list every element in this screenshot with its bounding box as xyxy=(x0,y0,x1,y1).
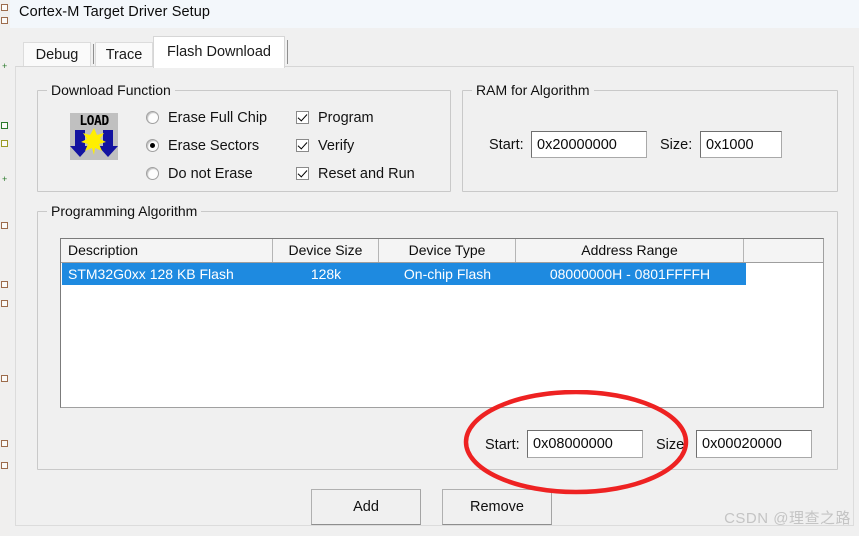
tab-debug[interactable]: Debug xyxy=(23,42,91,68)
radio-do-not-erase-label: Do not Erase xyxy=(168,166,253,182)
bg-toolbar-icon xyxy=(1,375,8,382)
bg-toolbar-icon xyxy=(1,4,8,11)
bg-toolbar-icon xyxy=(1,462,8,469)
checkbox-verify[interactable]: Verify xyxy=(296,138,354,154)
ram-start-input[interactable]: 0x20000000 xyxy=(531,131,647,158)
ram-size-input[interactable]: 0x1000 xyxy=(700,131,782,158)
checkbox-program[interactable]: Program xyxy=(296,110,374,126)
target-driver-setup-dialog: Cortex-M Target Driver Setup Debug Trace… xyxy=(10,0,859,536)
tab-strip: Debug Trace Flash Download xyxy=(15,32,854,68)
radio-erase-full-chip[interactable]: Erase Full Chip xyxy=(146,110,267,126)
checkbox-reset-and-run-indicator[interactable] xyxy=(296,167,309,180)
radio-erase-sectors[interactable]: Erase Sectors xyxy=(146,138,259,154)
dialog-titlebar: Cortex-M Target Driver Setup xyxy=(10,0,859,28)
load-icon-text: LOAD xyxy=(79,114,109,129)
bg-plus-icon: + xyxy=(2,174,8,184)
programming-algorithm-group-title: Programming Algorithm xyxy=(47,203,202,219)
bg-toolbar-icon xyxy=(1,17,8,24)
radio-do-not-erase-indicator[interactable] xyxy=(146,167,159,180)
bg-toolbar-icon xyxy=(1,281,8,288)
ram-start-label: Start: xyxy=(489,137,524,153)
checkbox-reset-and-run[interactable]: Reset and Run xyxy=(296,166,415,182)
cell-device-type: On-chip Flash xyxy=(403,266,492,282)
column-header-address-range[interactable]: Address Range xyxy=(516,239,744,262)
bg-toolbar-icon xyxy=(1,440,8,447)
column-header-device-type[interactable]: Device Type xyxy=(379,239,516,262)
bg-toolbar-icon xyxy=(1,122,8,129)
radio-erase-full-chip-indicator[interactable] xyxy=(146,111,159,124)
radio-erase-sectors-label: Erase Sectors xyxy=(168,138,260,154)
csdn-watermark: CSDN @理查之路 xyxy=(724,510,851,527)
tab-flash-download[interactable]: Flash Download xyxy=(153,36,285,68)
checkbox-reset-and-run-label: Reset and Run xyxy=(318,166,415,182)
remove-button[interactable]: Remove xyxy=(442,489,552,525)
list-header-row: Description Device Size Device Type Addr… xyxy=(61,239,823,263)
checkbox-program-indicator[interactable] xyxy=(296,111,309,124)
bg-toolbar-icon xyxy=(1,222,8,229)
radio-erase-full-chip-label: Erase Full Chip xyxy=(168,110,268,126)
dialog-title: Cortex-M Target Driver Setup xyxy=(19,4,211,20)
cell-description: STM32G0xx 128 KB Flash xyxy=(68,266,234,282)
bg-plus-icon: + xyxy=(2,61,8,71)
bg-toolbar-icon xyxy=(1,300,8,307)
radio-do-not-erase[interactable]: Do not Erase xyxy=(146,166,253,182)
column-header-spacer[interactable] xyxy=(744,239,823,262)
ram-size-label: Size: xyxy=(660,137,693,153)
column-header-description[interactable]: Description xyxy=(61,239,273,262)
tab-separator xyxy=(287,40,288,64)
flash-start-label: Start: xyxy=(485,437,520,453)
bg-toolbar-icon xyxy=(1,140,8,147)
tab-trace[interactable]: Trace xyxy=(95,42,153,68)
flash-size-label: Size: xyxy=(656,437,689,453)
load-icon: LOAD xyxy=(70,113,118,160)
checkbox-verify-label: Verify xyxy=(318,138,355,154)
cell-address-range: 08000000H - 0801FFFFH xyxy=(549,266,711,282)
ram-for-algorithm-group-title: RAM for Algorithm xyxy=(472,82,594,98)
download-function-group-title: Download Function xyxy=(47,82,175,98)
column-header-device-size[interactable]: Device Size xyxy=(273,239,379,262)
radio-erase-sectors-indicator[interactable] xyxy=(146,139,159,152)
add-button[interactable]: Add xyxy=(311,489,421,525)
cell-device-size: 128k xyxy=(310,266,342,282)
flash-start-input[interactable]: 0x08000000 xyxy=(527,430,643,458)
tab-separator xyxy=(93,44,94,64)
programming-algorithm-list[interactable]: Description Device Size Device Type Addr… xyxy=(60,238,824,408)
checkbox-program-label: Program xyxy=(318,110,374,126)
table-row[interactable]: STM32G0xx 128 KB Flash 128k On-chip Flas… xyxy=(61,263,823,285)
flash-size-input[interactable]: 0x00020000 xyxy=(696,430,812,458)
checkbox-verify-indicator[interactable] xyxy=(296,139,309,152)
